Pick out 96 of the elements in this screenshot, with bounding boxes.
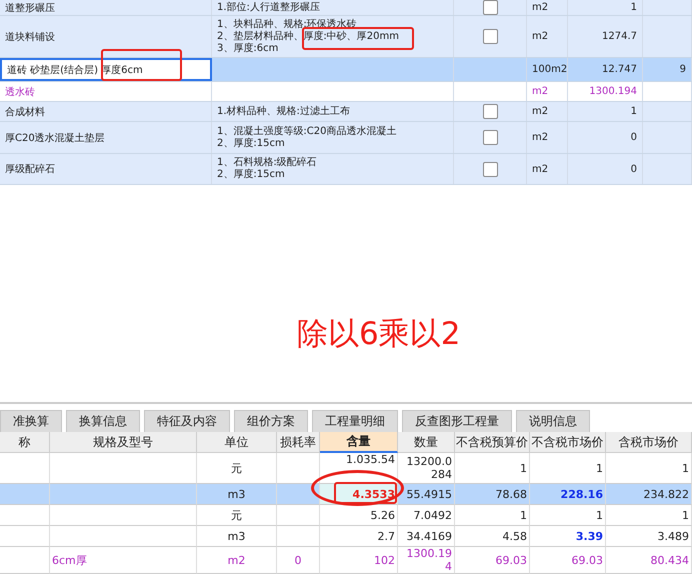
table-cell: 3.489: [606, 526, 692, 547]
checkbox[interactable]: [482, 0, 498, 15]
item-name: 道整形碾压: [0, 0, 212, 15]
table-cell: 5.26: [320, 505, 398, 526]
table-cell: [277, 484, 320, 505]
quantity-text: 1: [630, 106, 637, 117]
item-name: 厚级配碎石: [0, 154, 212, 184]
spec-line: 1、石料规格:级配碎石: [217, 157, 317, 168]
spec-line: 1.材料品种、规格:过滤土工布: [217, 106, 350, 118]
table-cell: 34.4169: [398, 526, 455, 547]
quantity-text: 12.747: [602, 64, 637, 75]
annotation-rectangle: [334, 482, 397, 504]
quantity-text: 1274.7: [602, 31, 637, 42]
column-header[interactable]: 损耗率: [277, 432, 320, 453]
tab[interactable]: 反查图形工程量: [402, 410, 512, 432]
table-row[interactable]: 透水砖 m2 1300.194: [0, 82, 692, 102]
checkbox[interactable]: [482, 130, 498, 145]
table-cell: m3: [197, 526, 277, 547]
tab[interactable]: 组价方案: [234, 410, 308, 432]
column-header[interactable]: 含量: [320, 432, 398, 453]
unit-text: m2: [532, 31, 548, 42]
table-cell: 13200.0284: [398, 453, 455, 484]
table-cell: [0, 547, 50, 574]
unit-text: 100m2: [532, 64, 568, 75]
table-cell: [277, 526, 320, 547]
unit-text: m2: [532, 86, 548, 97]
spec-line: 2、垫层材料品种、厚度:中砂、厚20mm: [217, 30, 399, 42]
table-cell: [0, 505, 50, 526]
table-cell: 1: [606, 453, 692, 484]
table-cell: [277, 505, 320, 526]
spec-line: 1.部位:人行道整形碾压: [217, 2, 320, 14]
table-cell: [277, 453, 320, 484]
table-cell: 1: [455, 505, 530, 526]
column-header[interactable]: 规格及型号: [50, 432, 197, 453]
checkbox[interactable]: [482, 162, 498, 176]
table-cell: 1: [530, 453, 606, 484]
table-cell: [0, 484, 50, 505]
item-name: 厚C20透水混凝土垫层: [0, 122, 212, 153]
item-name: 道块料铺设: [0, 16, 212, 57]
tab[interactable]: 换算信息: [66, 410, 140, 432]
quantity-text: 1: [630, 2, 637, 13]
column-header[interactable]: 数量: [398, 432, 455, 453]
checkbox[interactable]: [482, 29, 498, 44]
table-row[interactable]: 厚级配碎石 1、石料规格:级配碎石 2、厚度:15cm m2 0: [0, 154, 692, 185]
quantity-text: 0: [630, 132, 637, 143]
table-cell: 102: [320, 547, 398, 574]
item-name: 合成材料: [0, 102, 212, 121]
table-cell: 78.68: [455, 484, 530, 505]
table-cell: 1: [530, 505, 606, 526]
spec-line: 1、混凝土强度等级:C20商品透水混凝土: [217, 126, 396, 138]
table-cell: 1: [606, 505, 692, 526]
tab[interactable]: 特征及内容: [144, 410, 230, 432]
table-row[interactable]: 厚C20透水混凝土垫层 1、混凝土强度等级:C20商品透水混凝土 2、厚度:15cm m2 0: [0, 122, 692, 154]
table-row[interactable]: 道整形碾压 1.部位:人行道整形碾压 m2 1: [0, 0, 692, 16]
unit-text: m2: [532, 106, 548, 117]
quantity-text: 1300.194: [589, 86, 637, 97]
tab[interactable]: 准换算: [0, 410, 62, 432]
unit-text: m2: [532, 164, 548, 174]
table-cell: 2.7: [320, 526, 398, 547]
spec-line: 3、厚度:6cm: [217, 42, 278, 54]
table-cell: 228.16: [530, 484, 606, 505]
spec-line: 2、厚度:15cm: [217, 169, 285, 181]
table-cell: 1300.194: [398, 547, 455, 574]
table-cell: 55.4915: [398, 484, 455, 505]
spec-line: 2、厚度:15cm: [217, 138, 285, 150]
table-cell: 6cm厚: [50, 547, 197, 574]
table-cell: m3: [197, 484, 277, 505]
table-cell: 7.0492: [398, 505, 455, 526]
column-header[interactable]: 不含税市场价: [530, 432, 606, 453]
table-cell: 元: [197, 505, 277, 526]
quantity-text: 0: [630, 164, 637, 174]
table-cell: 69.03: [455, 547, 530, 574]
table-cell: m2: [197, 547, 277, 574]
checkbox[interactable]: [482, 104, 498, 119]
tab[interactable]: 工程量明细: [312, 410, 398, 432]
unit-text: m2: [532, 2, 548, 13]
column-header[interactable]: 含税市场价: [606, 432, 692, 453]
column-header[interactable]: 单位: [197, 432, 277, 453]
item-name: 透水砖: [0, 82, 212, 101]
table-cell: 80.434: [606, 547, 692, 574]
table-cell: 234.822: [606, 484, 692, 505]
table-cell: 69.03: [530, 547, 606, 574]
column-header[interactable]: 称: [0, 432, 50, 453]
table-cell: 元: [197, 453, 277, 484]
table-cell: 3.39: [530, 526, 606, 547]
cell-text: 9: [680, 64, 686, 75]
tab[interactable]: 说明信息: [516, 410, 590, 432]
annotation-text: 除以6乘以2: [297, 317, 460, 351]
table-cell: [0, 526, 50, 547]
table-cell: 1: [455, 453, 530, 484]
table-cell: [0, 453, 50, 484]
table-cell: 0: [277, 547, 320, 574]
table-cell: 4.58: [455, 526, 530, 547]
table-row[interactable]: 合成材料 1.材料品种、规格:过滤土工布 m2 1: [0, 102, 692, 122]
column-header[interactable]: 不含税预算价: [455, 432, 530, 453]
unit-text: m2: [532, 132, 548, 143]
